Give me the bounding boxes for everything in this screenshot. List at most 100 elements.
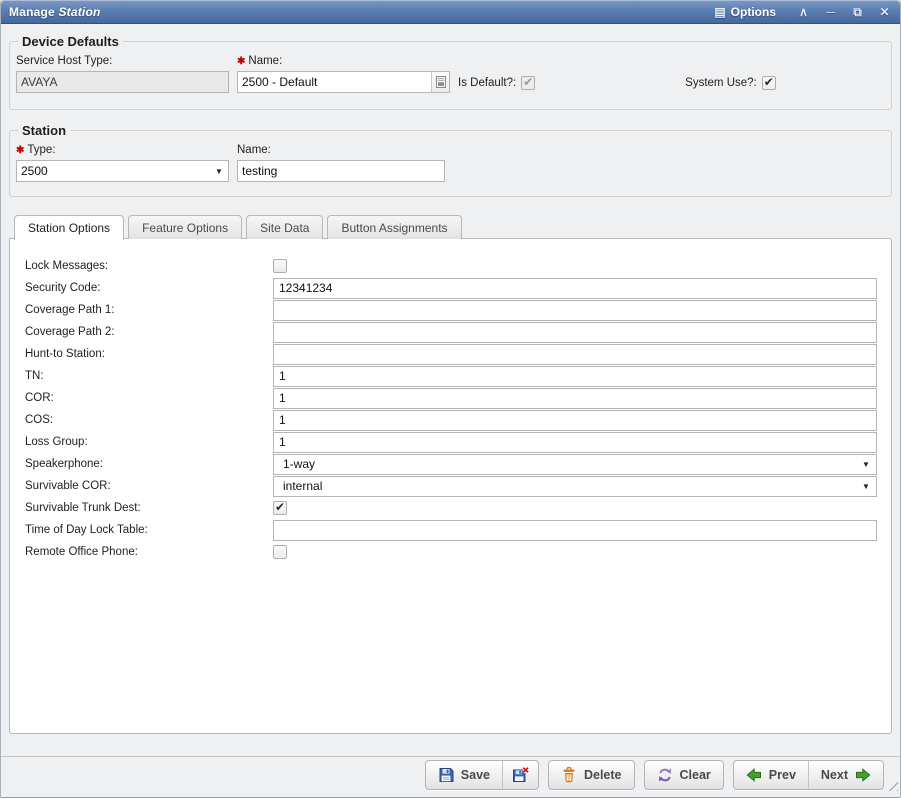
manage-station-window: Manage Station ▤ Options ∧ ─ ⧉ ✕ Device …	[0, 0, 901, 798]
combo-picker-icon[interactable]	[431, 72, 449, 92]
station-tabpanel: Station OptionsFeature OptionsSite DataB…	[9, 215, 892, 734]
speakerphone-select[interactable]: 1-way▼	[273, 454, 877, 475]
loss-group-input[interactable]	[273, 432, 877, 453]
prev-button[interactable]: Prev	[734, 761, 808, 789]
coverage-path-1-label: Coverage Path 1:	[25, 304, 273, 316]
lock-messages-checkbox[interactable]	[273, 259, 287, 273]
dropdown-arrow-icon: ▼	[856, 460, 876, 469]
tn-input[interactable]	[273, 366, 877, 387]
save-button-group: Save	[425, 760, 539, 790]
station-options-form: Lock Messages:Security Code:Coverage Pat…	[25, 255, 877, 563]
field-wrap	[273, 387, 877, 409]
tn-label: TN:	[25, 370, 273, 382]
form-row: Survivable Trunk Dest:✔	[25, 497, 877, 519]
form-row: COS:	[25, 409, 877, 431]
form-row: Remote Office Phone:	[25, 541, 877, 563]
cos-input[interactable]	[273, 410, 877, 431]
next-button[interactable]: Next	[808, 761, 883, 789]
options-button[interactable]: ▤ Options	[714, 5, 776, 19]
device-name-combo[interactable]	[237, 71, 450, 93]
required-asterisk: ✱	[16, 145, 24, 156]
popout-icon[interactable]: ⧉	[850, 6, 865, 18]
window-body: Device Defaults Service Host Type: ✱Name…	[1, 24, 900, 756]
delete-button[interactable]: Delete	[549, 761, 634, 789]
station-legend: Station	[18, 123, 70, 138]
window-title-emphasis: Station	[58, 5, 100, 19]
save-button[interactable]: Save	[426, 761, 502, 789]
prev-arrow-icon	[746, 767, 762, 783]
cor-label: COR:	[25, 392, 273, 404]
device-defaults-fieldset: Device Defaults Service Host Type: ✱Name…	[9, 34, 892, 110]
survivable-trunk-dest-label: Survivable Trunk Dest:	[25, 502, 273, 514]
loss-group-label: Loss Group:	[25, 436, 273, 448]
field-wrap	[273, 299, 877, 321]
field-wrap	[273, 321, 877, 343]
is-default-label: Is Default?:	[458, 77, 516, 89]
time-of-day-lock-table-input[interactable]	[273, 520, 877, 541]
security-code-input[interactable]	[273, 278, 877, 299]
form-row: TN:	[25, 365, 877, 387]
system-use-label: System Use?:	[685, 77, 757, 89]
dropdown-arrow-icon: ▼	[210, 167, 228, 176]
clear-button-group: Clear	[644, 760, 724, 790]
options-button-label: Options	[731, 5, 776, 19]
service-host-type-label: Service Host Type:	[16, 55, 229, 67]
field-wrap	[273, 431, 877, 453]
field-wrap: 1-way▼	[273, 453, 877, 475]
field-wrap	[273, 277, 877, 299]
window-title-prefix: Manage	[9, 5, 55, 19]
survivable-cor-label: Survivable COR:	[25, 480, 273, 492]
form-row: Time of Day Lock Table:	[25, 519, 877, 541]
delete-button-group: Delete	[548, 760, 635, 790]
next-arrow-icon	[855, 767, 871, 783]
save-close-button[interactable]	[502, 761, 538, 789]
system-use-checkbox[interactable]: ✔	[762, 76, 776, 90]
select-value: internal	[274, 479, 856, 493]
station-type-label: ✱Type:	[16, 144, 229, 156]
close-icon[interactable]: ✕	[877, 6, 892, 18]
hunt-to-station-input[interactable]	[273, 344, 877, 365]
is-default-checkbox: ✔	[521, 76, 535, 90]
field-wrap	[273, 409, 877, 431]
survivable-cor-select[interactable]: internal▼	[273, 476, 877, 497]
form-row: Speakerphone:1-way▼	[25, 453, 877, 475]
collapse-icon[interactable]: ∧	[796, 6, 811, 18]
coverage-path-2-label: Coverage Path 2:	[25, 326, 273, 338]
field-wrap: ✔	[273, 497, 877, 519]
device-defaults-legend: Device Defaults	[18, 34, 123, 49]
refresh-icon	[657, 767, 673, 783]
coverage-path-2-input[interactable]	[273, 322, 877, 343]
form-row: COR:	[25, 387, 877, 409]
hunt-to-station-label: Hunt-to Station:	[25, 348, 273, 360]
minimize-icon[interactable]: ─	[823, 6, 838, 18]
field-wrap	[273, 519, 877, 541]
clear-button[interactable]: Clear	[645, 761, 723, 789]
resize-handle[interactable]	[885, 778, 898, 791]
window-title: Manage Station	[9, 5, 101, 19]
required-asterisk: ✱	[237, 56, 245, 67]
cor-input[interactable]	[273, 388, 877, 409]
window-bottom-edge	[1, 793, 900, 797]
remote-office-phone-checkbox[interactable]	[273, 545, 287, 559]
tab-feature-options[interactable]: Feature Options	[128, 215, 242, 239]
coverage-path-1-input[interactable]	[273, 300, 877, 321]
cos-label: COS:	[25, 414, 273, 426]
tab-button-assignments[interactable]: Button Assignments	[327, 215, 461, 239]
device-name-combo-input[interactable]	[238, 72, 431, 92]
service-host-type-input	[16, 71, 229, 93]
tab-strip: Station OptionsFeature OptionsSite DataB…	[9, 215, 892, 239]
station-fieldset: Station ✱Type: 2500 ▼ Name:	[9, 123, 892, 197]
select-value: 1-way	[274, 457, 856, 471]
station-type-select[interactable]: 2500 ▼	[16, 160, 229, 182]
survivable-trunk-dest-checkbox[interactable]: ✔	[273, 501, 287, 515]
form-row: Hunt-to Station:	[25, 343, 877, 365]
tab-site-data[interactable]: Site Data	[246, 215, 323, 239]
tab-station-options[interactable]: Station Options	[14, 215, 124, 240]
bottom-toolbar: Save	[1, 756, 900, 793]
nav-button-group: Prev Next	[733, 760, 884, 790]
station-name-input[interactable]	[237, 160, 445, 182]
form-row: Loss Group:	[25, 431, 877, 453]
window-titlebar: Manage Station ▤ Options ∧ ─ ⧉ ✕	[1, 0, 900, 24]
form-row: Security Code:	[25, 277, 877, 299]
speakerphone-label: Speakerphone:	[25, 458, 273, 470]
